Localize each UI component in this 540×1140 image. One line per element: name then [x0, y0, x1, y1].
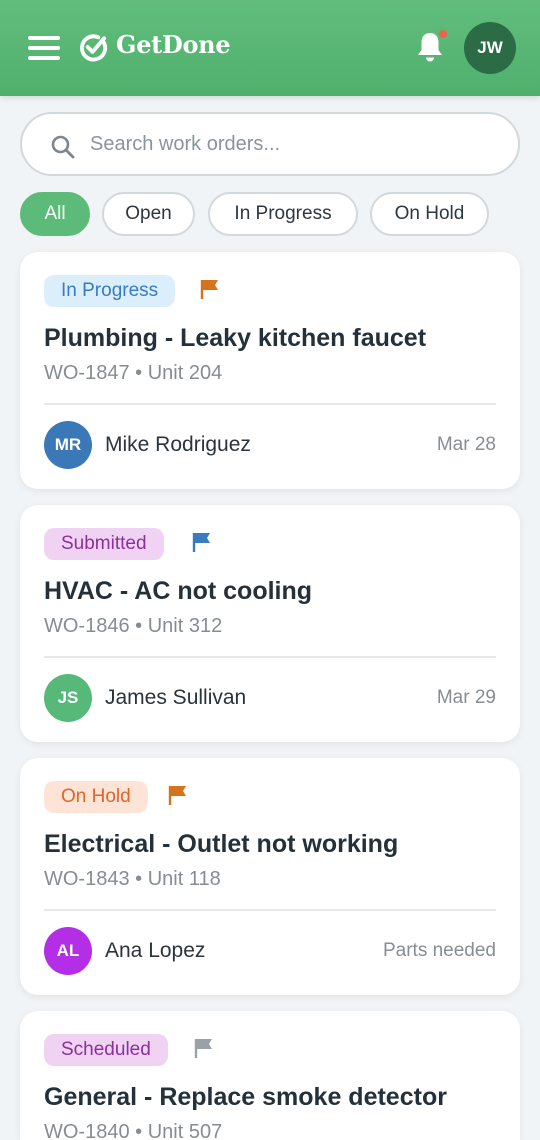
work-order-id-unit: WO-1847 • Unit 204: [44, 362, 223, 384]
work-order-title: HVAC - AC not cooling: [44, 577, 313, 605]
priority-flag-icon: [194, 1039, 212, 1058]
status-badge: On Hold: [44, 781, 148, 813]
work-order-title: Electrical - Outlet not working: [44, 830, 399, 858]
work-order-title: Plumbing - Leaky kitchen faucet: [44, 324, 427, 352]
card-divider: [44, 403, 496, 405]
card-date: Mar 29: [436, 687, 496, 708]
work-order-card[interactable]: In Progress Plumbing - Leaky kitchen fau…: [20, 252, 520, 489]
priority-flag-icon: [168, 786, 186, 805]
assignee-name: Mike Rodriguez: [105, 433, 251, 456]
status-badge: In Progress: [44, 275, 176, 307]
notification-dot: [437, 28, 449, 40]
search-input[interactable]: [90, 124, 500, 164]
work-order-id-unit: WO-1846 • Unit 312: [44, 615, 223, 637]
logo-check-icon: [80, 34, 108, 62]
work-order-card[interactable]: On Hold Electrical - Outlet not working …: [20, 758, 520, 995]
app-name: GetDone: [116, 30, 231, 59]
priority-flag-icon: [200, 280, 218, 299]
assignee-avatar: AL: [44, 927, 92, 975]
hamburger-menu-icon[interactable]: [28, 34, 60, 62]
filter-chip-open[interactable]: Open: [102, 192, 195, 236]
filter-chip-on-hold[interactable]: On Hold: [370, 192, 489, 236]
user-avatar[interactable]: JW: [464, 22, 516, 74]
status-badge: Scheduled: [44, 1034, 168, 1066]
work-order-card[interactable]: Scheduled General - Replace smoke detect…: [20, 1011, 520, 1140]
work-order-id-unit: WO-1843 • Unit 118: [44, 868, 221, 890]
app-header: GetDone JW: [0, 0, 540, 96]
search-icon: [51, 135, 75, 159]
work-order-title: General - Replace smoke detector: [44, 1083, 447, 1111]
filter-chip-all[interactable]: All: [20, 192, 90, 236]
card-date: Mar 28: [436, 434, 496, 455]
assignee-name: Ana Lopez: [105, 939, 206, 962]
search-bar: [20, 112, 520, 176]
card-divider: [44, 909, 496, 911]
assignee-avatar: MR: [44, 421, 92, 469]
card-status-note: Parts needed: [382, 940, 496, 961]
assignee-name: James Sullivan: [105, 686, 247, 709]
card-divider: [44, 656, 496, 658]
work-order-card[interactable]: Submitted HVAC - AC not cooling WO-1846 …: [20, 505, 520, 742]
priority-flag-icon: [192, 533, 210, 552]
status-badge: Submitted: [44, 528, 164, 560]
filter-chip-in-progress[interactable]: In Progress: [208, 192, 358, 236]
assignee-avatar: JS: [44, 674, 92, 722]
work-order-id-unit: WO-1840 • Unit 507: [44, 1121, 223, 1140]
